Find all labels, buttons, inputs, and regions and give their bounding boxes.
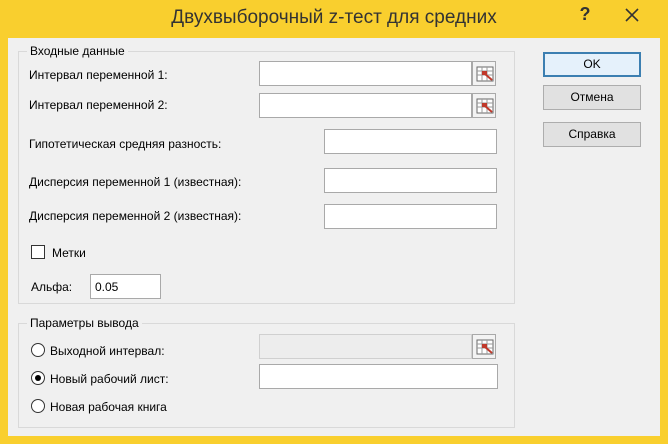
range-picker-icon: [476, 98, 494, 114]
output-range-picker-button[interactable]: [472, 334, 496, 359]
help-button[interactable]: Справка: [543, 122, 641, 147]
ok-button[interactable]: OK: [543, 52, 641, 77]
output-group-legend: Параметры вывода: [27, 317, 142, 330]
new-sheet-input[interactable]: [259, 364, 498, 389]
range-picker-icon: [476, 66, 494, 82]
dialog-body: Входные данные Интервал переменной 1: Ин…: [8, 38, 660, 436]
hyp-diff-input[interactable]: [324, 129, 497, 154]
close-button[interactable]: [604, 0, 660, 30]
new-sheet-label: Новый рабочий лист:: [50, 372, 169, 386]
range2-label: Интервал переменной 2:: [29, 98, 168, 112]
range2-picker-button[interactable]: [472, 93, 496, 118]
labels-checkbox-label: Метки: [52, 246, 86, 260]
help-title-button[interactable]: ?: [570, 4, 600, 28]
dialog-title: Двухвыборочный z-тест для средних: [171, 7, 497, 28]
output-range-label: Выходной интервал:: [50, 344, 165, 358]
dialog-window: Двухвыборочный z-тест для средних ? Вход…: [0, 0, 668, 444]
range1-picker-button[interactable]: [472, 61, 496, 86]
hyp-diff-label: Гипотетическая средняя разность:: [29, 137, 222, 151]
input-group-legend: Входные данные: [27, 45, 128, 58]
var1-label: Дисперсия переменной 1 (известная):: [29, 175, 242, 189]
range2-input[interactable]: [259, 93, 472, 118]
title-bar: Двухвыборочный z-тест для средних ?: [0, 0, 668, 38]
alpha-input[interactable]: 0.05: [90, 274, 161, 299]
labels-checkbox[interactable]: [31, 245, 45, 259]
cancel-button[interactable]: Отмена: [543, 85, 641, 110]
alpha-label: Альфа:: [31, 280, 73, 294]
output-range-radio[interactable]: [31, 343, 45, 357]
range1-label: Интервал переменной 1:: [29, 68, 168, 82]
output-range-input[interactable]: [259, 334, 472, 359]
range1-input[interactable]: [259, 61, 472, 86]
var2-input[interactable]: [324, 204, 497, 229]
var2-label: Дисперсия переменной 2 (известная):: [29, 209, 242, 223]
new-workbook-label: Новая рабочая книга: [50, 400, 167, 414]
close-icon: [625, 8, 639, 22]
new-workbook-radio[interactable]: [31, 399, 45, 413]
var1-input[interactable]: [324, 168, 497, 193]
range-picker-icon: [476, 339, 494, 355]
new-sheet-radio[interactable]: [31, 371, 45, 385]
